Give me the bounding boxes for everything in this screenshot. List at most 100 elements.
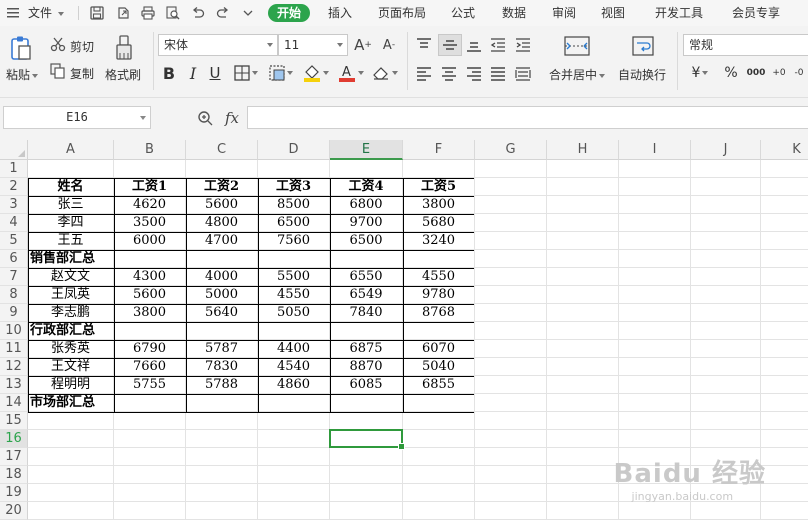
- cell-k2[interactable]: [761, 178, 808, 196]
- row-header-4[interactable]: 4: [0, 214, 28, 232]
- cell-j13[interactable]: [691, 376, 761, 394]
- redo-icon[interactable]: [215, 5, 231, 21]
- cell-b2[interactable]: 工资1: [114, 178, 186, 196]
- cell-d3[interactable]: 8500: [258, 196, 330, 214]
- cell-j2[interactable]: [691, 178, 761, 196]
- cell-k8[interactable]: [761, 286, 808, 304]
- row-header-6[interactable]: 6: [0, 250, 28, 268]
- cell-c3[interactable]: 5600: [186, 196, 258, 214]
- cell-k19[interactable]: [761, 484, 808, 502]
- cell-a11[interactable]: 张秀英: [28, 340, 114, 358]
- cell-g8[interactable]: [475, 286, 547, 304]
- cell-i4[interactable]: [619, 214, 691, 232]
- cell-e4[interactable]: 9700: [330, 214, 403, 232]
- cell-f7[interactable]: 4550: [403, 268, 475, 286]
- cell-g13[interactable]: [475, 376, 547, 394]
- cell-h9[interactable]: [547, 304, 619, 322]
- cell-e20[interactable]: [330, 502, 403, 520]
- percent-button[interactable]: %: [722, 63, 740, 83]
- cell-j11[interactable]: [691, 340, 761, 358]
- cell-b3[interactable]: 4620: [114, 196, 186, 214]
- cell-f15[interactable]: [403, 412, 475, 430]
- customize-toolbar-icon[interactable]: [240, 5, 256, 21]
- cell-e7[interactable]: 6550: [330, 268, 403, 286]
- row-header-16[interactable]: 16: [0, 430, 28, 448]
- border-button[interactable]: [233, 64, 259, 82]
- row-header-19[interactable]: 19: [0, 484, 28, 502]
- cell-h18[interactable]: [547, 466, 619, 484]
- cell-j16[interactable]: [691, 430, 761, 448]
- name-box[interactable]: E16: [3, 106, 151, 129]
- cell-j10[interactable]: [691, 322, 761, 340]
- cell-f2[interactable]: 工资5: [403, 178, 475, 196]
- cell-i8[interactable]: [619, 286, 691, 304]
- cell-g18[interactable]: [475, 466, 547, 484]
- italic-button[interactable]: I: [184, 63, 202, 83]
- cell-c18[interactable]: [186, 466, 258, 484]
- cell-d14[interactable]: [258, 394, 330, 412]
- cell-c13[interactable]: 5788: [186, 376, 258, 394]
- cell-i2[interactable]: [619, 178, 691, 196]
- cell-i11[interactable]: [619, 340, 691, 358]
- increase-font-size-icon[interactable]: A +: [352, 34, 374, 56]
- cell-e5[interactable]: 6500: [330, 232, 403, 250]
- column-header-k[interactable]: K: [761, 140, 808, 160]
- cell-e16[interactable]: [330, 430, 403, 448]
- row-header-18[interactable]: 18: [0, 466, 28, 484]
- cell-e17[interactable]: [330, 448, 403, 466]
- cell-c6[interactable]: [186, 250, 258, 268]
- cell-c9[interactable]: 5640: [186, 304, 258, 322]
- cell-f13[interactable]: 6855: [403, 376, 475, 394]
- cell-k20[interactable]: [761, 502, 808, 520]
- cell-h16[interactable]: [547, 430, 619, 448]
- hamburger-menu-icon[interactable]: [6, 5, 20, 21]
- cell-f6[interactable]: [403, 250, 475, 268]
- cell-a2[interactable]: 姓名: [28, 178, 114, 196]
- cell-b6[interactable]: [114, 250, 186, 268]
- thousands-separator-button[interactable]: 000: [744, 63, 768, 83]
- save-icon[interactable]: [89, 5, 105, 21]
- format-painter-button[interactable]: 格式刷: [105, 66, 141, 83]
- clear-format-button[interactable]: [372, 63, 398, 83]
- column-header-h[interactable]: H: [547, 140, 619, 160]
- cell-i3[interactable]: [619, 196, 691, 214]
- cell-d10[interactable]: [258, 322, 330, 340]
- column-header-a[interactable]: A: [28, 140, 114, 160]
- number-format-select[interactable]: 常规: [683, 34, 808, 56]
- cell-k18[interactable]: [761, 466, 808, 484]
- cell-b14[interactable]: [114, 394, 186, 412]
- format-painter-icon[interactable]: [112, 34, 136, 62]
- cell-g20[interactable]: [475, 502, 547, 520]
- cell-j6[interactable]: [691, 250, 761, 268]
- row-header-9[interactable]: 9: [0, 304, 28, 322]
- cell-d4[interactable]: 6500: [258, 214, 330, 232]
- cell-h15[interactable]: [547, 412, 619, 430]
- cell-a4[interactable]: 李四: [28, 214, 114, 232]
- cell-d13[interactable]: 4860: [258, 376, 330, 394]
- cell-i15[interactable]: [619, 412, 691, 430]
- cell-i7[interactable]: [619, 268, 691, 286]
- export-icon[interactable]: [115, 5, 131, 21]
- cell-c1[interactable]: [186, 160, 258, 178]
- cell-g11[interactable]: [475, 340, 547, 358]
- cell-b19[interactable]: [114, 484, 186, 502]
- cell-h2[interactable]: [547, 178, 619, 196]
- cell-i17[interactable]: [619, 448, 691, 466]
- increase-indent-icon[interactable]: [513, 35, 533, 55]
- cut-button[interactable]: 剪切: [70, 38, 94, 55]
- cell-g14[interactable]: [475, 394, 547, 412]
- cell-g15[interactable]: [475, 412, 547, 430]
- cell-f11[interactable]: 6070: [403, 340, 475, 358]
- cell-e1[interactable]: [330, 160, 403, 178]
- cell-j14[interactable]: [691, 394, 761, 412]
- print-icon[interactable]: [140, 5, 156, 21]
- cell-k5[interactable]: [761, 232, 808, 250]
- cell-g10[interactable]: [475, 322, 547, 340]
- cell-c4[interactable]: 4800: [186, 214, 258, 232]
- cell-g2[interactable]: [475, 178, 547, 196]
- cell-f1[interactable]: [403, 160, 475, 178]
- cell-f8[interactable]: 9780: [403, 286, 475, 304]
- cell-a9[interactable]: 李志鹏: [28, 304, 114, 322]
- cell-e14[interactable]: [330, 394, 403, 412]
- cell-a8[interactable]: 王凤英: [28, 286, 114, 304]
